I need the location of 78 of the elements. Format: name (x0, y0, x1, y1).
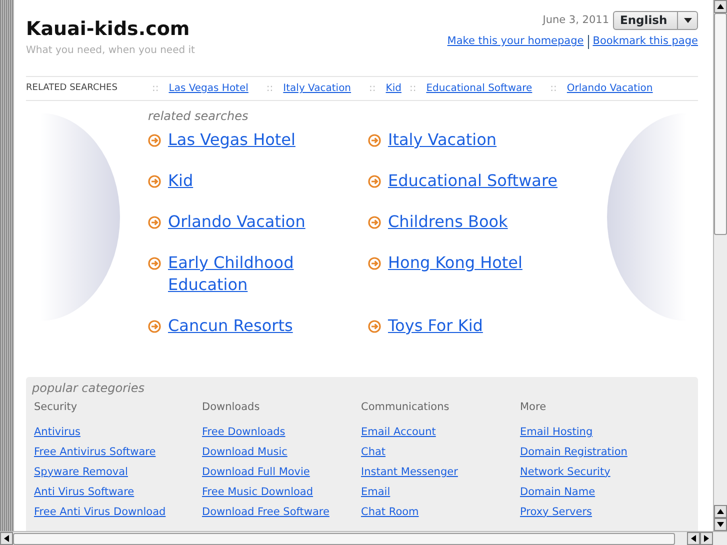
separator: :: (409, 82, 416, 96)
related-link[interactable]: Educational Software (426, 81, 532, 96)
scrollbar-thumb[interactable] (714, 13, 727, 235)
arrow-circle-icon (148, 257, 161, 270)
search-link[interactable]: Kid (168, 170, 194, 192)
category-link[interactable]: Download Free Software (202, 506, 330, 518)
category-link[interactable]: Domain Registration (520, 446, 628, 458)
search-link[interactable]: Toys For Kid (388, 315, 483, 337)
related-link[interactable]: Kid (386, 81, 402, 96)
arrow-circle-icon (148, 216, 161, 229)
category-link[interactable]: Chat Room (361, 506, 419, 518)
category-title: Downloads (202, 400, 261, 415)
up-arrow-icon (717, 4, 724, 9)
search-link[interactable]: Las Vegas Hotel (168, 129, 296, 151)
scrollbar-thumb[interactable] (13, 532, 675, 544)
left-arrow-icon (4, 535, 9, 542)
category-link[interactable]: Free Antivirus Software (34, 446, 156, 458)
separator: :: (369, 82, 376, 96)
arrow-circle-icon (368, 320, 381, 333)
category-link[interactable]: Spyware Removal (34, 466, 128, 478)
scroll-up-button[interactable] (714, 0, 727, 13)
separator: :: (152, 82, 159, 96)
date: June 3, 2011 (542, 12, 609, 28)
site-title: Kauai-kids.com (26, 20, 191, 39)
right-arrow-icon (704, 535, 709, 542)
caret-icon (684, 18, 692, 23)
down-arrow-icon (717, 522, 724, 527)
scroll-up-button[interactable] (714, 505, 727, 518)
search-link[interactable]: Cancun Resorts (168, 315, 293, 337)
category-link[interactable]: Free Downloads (202, 426, 286, 438)
arrow-circle-icon (368, 175, 381, 188)
header-link[interactable]: Make this your homepage (447, 34, 584, 50)
arrow-circle-icon (368, 216, 381, 229)
category-link[interactable]: Download Music (202, 446, 288, 458)
category-title: More (520, 400, 548, 415)
category-link[interactable]: Download Full Movie (202, 466, 310, 478)
search-link[interactable]: Italy Vacation (388, 129, 497, 151)
separator: :: (550, 82, 557, 96)
scroll-down-button[interactable] (714, 518, 727, 531)
category-link[interactable]: Email Hosting (520, 426, 593, 438)
language-select[interactable]: English (613, 11, 698, 30)
category-link[interactable]: Free Anti Virus Download (34, 506, 166, 518)
category-link[interactable]: Free Music Download (202, 486, 314, 498)
section-heading: popular categories (32, 380, 146, 397)
header-link[interactable]: Bookmark this page (592, 34, 698, 50)
related-link[interactable]: Las Vegas Hotel (168, 81, 248, 96)
tagline: What you need, when you need it (26, 44, 195, 58)
related-link[interactable]: Orlando Vacation (566, 81, 653, 96)
category-title: Security (34, 400, 78, 415)
search-link[interactable]: Hong Kong Hotel (388, 252, 522, 274)
separator: :: (266, 82, 274, 96)
related-link[interactable]: Italy Vacation (283, 81, 352, 96)
category-link[interactable]: Antivirus (34, 426, 80, 438)
scroll-left-button[interactable] (687, 532, 700, 545)
category-link[interactable]: Chat (361, 446, 386, 458)
category-link[interactable]: Email Account (361, 426, 436, 438)
arrow-circle-icon (368, 134, 381, 147)
search-link[interactable]: Orlando Vacation (168, 211, 306, 233)
scroll-left-button[interactable] (0, 532, 13, 545)
category-title: Communications (361, 400, 450, 415)
scroll-right-button[interactable] (700, 532, 713, 545)
category-link[interactable]: Network Security (520, 466, 610, 478)
left-arrow-icon (691, 535, 696, 542)
arrow-circle-icon (368, 257, 381, 270)
arrow-circle-icon (148, 134, 161, 147)
search-link[interactable]: Early Childhood Education (168, 252, 318, 296)
category-link[interactable]: Anti Virus Software (34, 486, 134, 498)
section-heading: related searches (148, 108, 250, 125)
category-link[interactable]: Email (361, 486, 390, 498)
arrow-circle-icon (148, 320, 161, 333)
category-link[interactable]: Proxy Servers (520, 506, 592, 518)
up-arrow-icon (717, 509, 724, 514)
category-link[interactable]: Domain Name (520, 486, 596, 498)
category-link[interactable]: Instant Messenger (361, 466, 458, 478)
arrow-circle-icon (148, 175, 161, 188)
search-link[interactable]: Educational Software (388, 170, 558, 192)
bar-label: RELATED SEARCHES (26, 82, 118, 95)
search-link[interactable]: Childrens Book (388, 211, 508, 233)
